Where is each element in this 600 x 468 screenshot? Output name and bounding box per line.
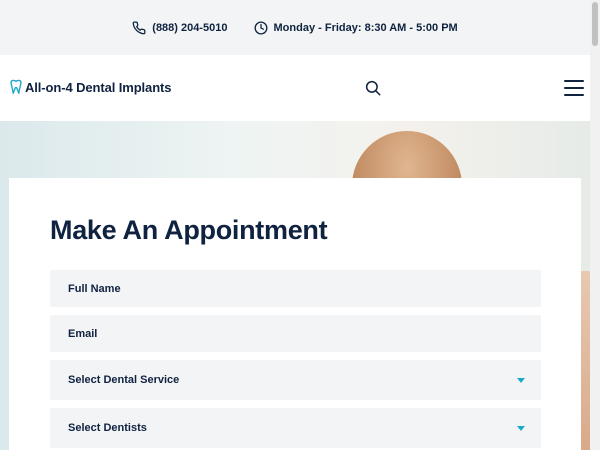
business-hours: Monday - Friday: 8:30 AM - 5:00 PM [273,21,458,34]
logo-text: All-on-4 Dental Implants [25,79,172,95]
caret-down-icon [517,378,525,383]
phone-number[interactable]: (888) 204-5010 [152,22,227,34]
dentist-select[interactable]: Select Dentists [50,408,541,448]
scrollbar-thumb[interactable] [592,2,598,46]
search-icon[interactable] [364,79,382,97]
dental-service-select[interactable]: Select Dental Service [50,360,541,400]
form-title: Make An Appointment [50,215,328,245]
clock-icon [254,21,267,34]
email-input[interactable] [50,315,541,352]
hamburger-menu-icon[interactable] [564,80,584,96]
appointment-form-card: Make An Appointment Select Dental Servic… [9,178,581,468]
dentist-select-value: Select Dentists [68,422,147,434]
phone-info[interactable]: (888) 204-5010 [132,21,228,35]
site-header: All-on-4 Dental Implants [0,55,590,121]
caret-down-icon [517,426,525,431]
page-scrollbar[interactable] [590,0,600,450]
top-info-bar: (888) 204-5010 Monday - Friday: 8:30 AM … [0,0,590,55]
hours-info: Monday - Friday: 8:30 AM - 5:00 PM [254,21,458,35]
phone-icon [132,21,146,34]
tooth-logo-icon [10,79,22,94]
dental-service-select-value: Select Dental Service [68,374,180,386]
site-logo[interactable]: All-on-4 Dental Implants [9,79,171,95]
full-name-input[interactable] [50,270,541,307]
